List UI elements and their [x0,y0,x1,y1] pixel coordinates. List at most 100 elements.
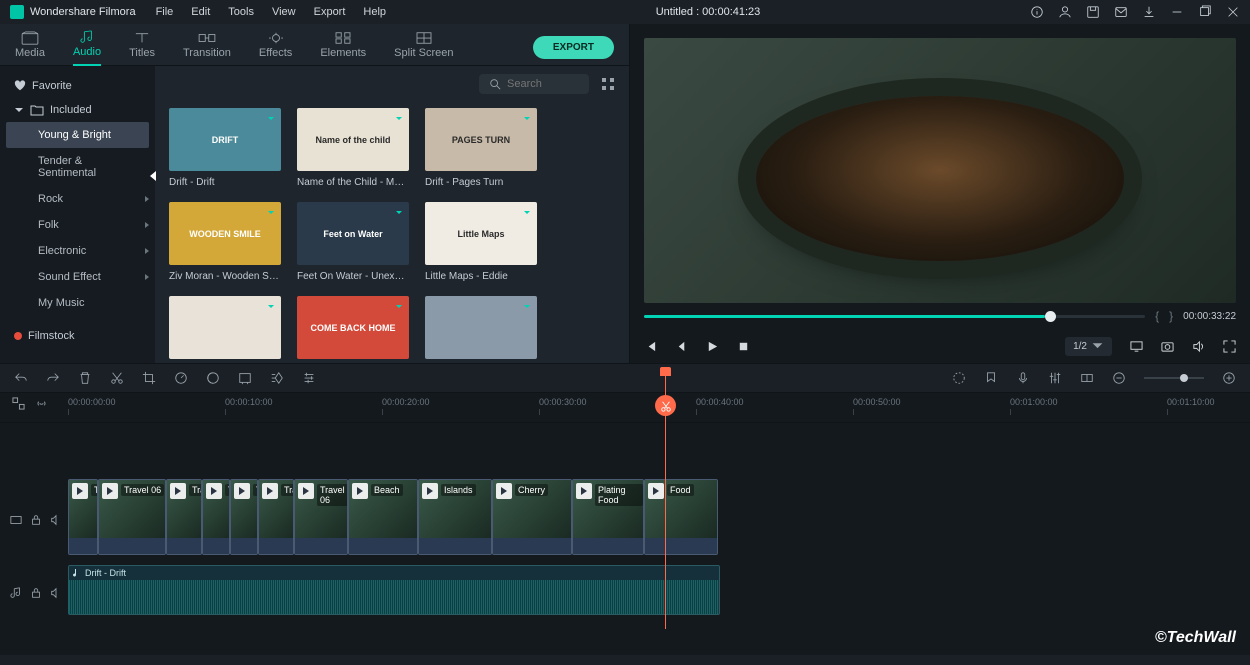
tab-audio[interactable]: Audio [73,30,101,66]
video-clip[interactable]: Tra [230,479,258,555]
speed-icon[interactable] [174,371,188,385]
stop-icon[interactable] [737,340,750,353]
cut-icon[interactable] [110,371,124,385]
audio-track-icon[interactable] [10,587,22,599]
preview-video[interactable] [644,38,1236,303]
download-icon[interactable] [1142,5,1156,19]
sidebar-sub-my-music[interactable]: My Music [0,290,155,316]
green-screen-icon[interactable] [238,371,252,385]
audio-card[interactable] [425,296,537,363]
sidebar-favorite[interactable]: Favorite [0,74,155,98]
video-lane[interactable]: TraTravel 06TraTraTraTraTravel 06BeachIs… [68,479,1250,561]
mixer-icon[interactable] [1048,371,1062,385]
menu-view[interactable]: View [272,6,296,18]
sidebar-filmstock[interactable]: Filmstock [0,324,155,348]
mark-in-icon[interactable]: { [1155,309,1159,323]
user-icon[interactable] [1058,5,1072,19]
track-lock-icon[interactable] [30,514,42,526]
download-icon[interactable] [393,112,405,124]
video-clip[interactable]: Travel 06 [98,479,166,555]
zoom-in-icon[interactable] [1222,371,1236,385]
search-field[interactable] [507,78,577,90]
sidebar-sub-folk[interactable]: Folk [0,212,155,238]
tab-transition[interactable]: Transition [183,31,231,65]
video-clip[interactable]: Travel 06 [294,479,348,555]
sidebar-sub-rock[interactable]: Rock [0,186,155,212]
audio-card[interactable] [169,296,281,363]
video-clip[interactable]: Tra [166,479,202,555]
zoom-out-icon[interactable] [1112,371,1126,385]
sidebar-sub-tender[interactable]: Tender & Sentimental [0,148,155,186]
save-icon[interactable] [1086,5,1100,19]
download-icon[interactable] [521,206,533,218]
menu-export[interactable]: Export [314,6,346,18]
download-icon[interactable] [521,112,533,124]
audio-card[interactable]: Name of the childName of the Child - Mot… [297,108,409,188]
sidebar-sub-electronic[interactable]: Electronic [0,238,155,264]
tab-media[interactable]: Media [15,31,45,65]
close-icon[interactable] [1226,5,1240,19]
download-icon[interactable] [265,206,277,218]
audio-card[interactable]: DRIFTDrift - Drift [169,108,281,188]
menu-tools[interactable]: Tools [228,6,254,18]
display-icon[interactable] [1130,340,1143,353]
playhead-scissors-icon[interactable] [655,395,676,416]
tab-titles[interactable]: Titles [129,31,155,65]
play-icon[interactable] [706,340,719,353]
video-clip[interactable]: Food [644,479,718,555]
marker-icon[interactable] [984,371,998,385]
track-mute-icon[interactable] [50,514,62,526]
color-icon[interactable] [206,371,220,385]
menu-file[interactable]: File [156,6,174,18]
video-clip[interactable]: Tra [68,479,98,555]
tab-effects[interactable]: Effects [259,31,292,65]
undo-icon[interactable] [14,371,28,385]
snap-icon[interactable] [1080,371,1094,385]
step-back-icon[interactable] [675,340,688,353]
playhead[interactable] [665,367,666,629]
audio-card[interactable]: WOODEN SMILEZiv Moran - Wooden Smi... [169,202,281,282]
track-manage-icon[interactable] [12,397,25,410]
scrub-track[interactable] [644,315,1145,318]
download-icon[interactable] [265,112,277,124]
download-icon[interactable] [393,300,405,312]
audio-card[interactable]: Little MapsLittle Maps - Eddie [425,202,537,282]
sidebar-sub-sound-effect[interactable]: Sound Effect [0,264,155,290]
mark-out-icon[interactable]: } [1169,309,1173,323]
tab-elements[interactable]: Elements [320,31,366,65]
video-clip[interactable]: Tra [202,479,230,555]
video-clip[interactable]: Beach [348,479,418,555]
video-clip[interactable]: Cherry [492,479,572,555]
audio-card[interactable]: Feet on WaterFeet On Water - Unexpec... [297,202,409,282]
link-icon[interactable] [35,397,48,410]
volume-icon[interactable] [1192,340,1205,353]
download-icon[interactable] [393,206,405,218]
delete-icon[interactable] [78,371,92,385]
keyframe-icon[interactable] [270,371,284,385]
prev-frame-icon[interactable] [644,340,657,353]
track-visible-icon[interactable] [10,514,22,526]
redo-icon[interactable] [46,371,60,385]
preview-ratio-select[interactable]: 1/2 [1065,337,1112,356]
zoom-slider[interactable] [1144,377,1204,379]
voiceover-icon[interactable] [1016,371,1030,385]
tab-split-screen[interactable]: Split Screen [394,31,453,65]
grid-view-icon[interactable] [601,77,615,91]
audio-card[interactable]: PAGES TURNDrift - Pages Turn [425,108,537,188]
download-icon[interactable] [265,300,277,312]
track-mute-icon[interactable] [50,587,62,599]
audio-lane[interactable]: Drift - Drift [68,565,1250,621]
export-button[interactable]: EXPORT [533,36,614,59]
menu-edit[interactable]: Edit [191,6,210,18]
track-lock-icon[interactable] [30,587,42,599]
video-clip[interactable]: Tra [258,479,294,555]
snapshot-icon[interactable] [1161,340,1174,353]
adjust-icon[interactable] [302,371,316,385]
audio-card[interactable]: COME BACK HOME [297,296,409,363]
menu-help[interactable]: Help [363,6,386,18]
fullscreen-icon[interactable] [1223,340,1236,353]
sidebar-included[interactable]: Included [0,98,155,122]
info-icon[interactable] [1030,5,1044,19]
minimize-icon[interactable] [1170,5,1184,19]
maximize-icon[interactable] [1198,5,1212,19]
